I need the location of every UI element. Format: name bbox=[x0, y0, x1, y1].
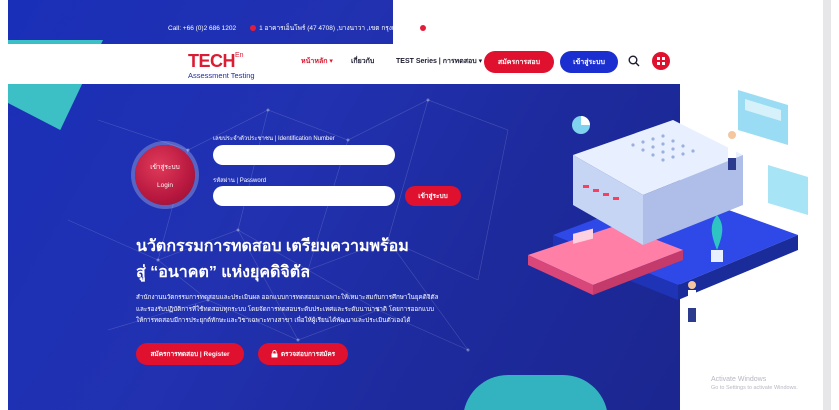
login-badge-english: Login bbox=[157, 181, 173, 189]
desc-line-1: สำนักงานนวัตกรรมการทดสอบและประเมินผล ออก… bbox=[136, 294, 439, 301]
logo-main-text: TECH bbox=[188, 51, 236, 71]
facebook-icon[interactable]: f bbox=[612, 22, 628, 38]
email-text: techedasse@gmail.com bbox=[429, 24, 499, 32]
pie-chart-icon bbox=[572, 116, 590, 134]
address-item: 1 อาคารเอ็นโพร์ (47 4708) ,บางนาวา ,เขต … bbox=[250, 23, 406, 33]
site-logo[interactable]: TECHEn Assessment Testing bbox=[188, 52, 255, 80]
watermark-line-2: Go to Settings to activate Windows. bbox=[711, 385, 798, 391]
hero-description: สำนักงานนวัตกรรมการทดสอบและประเมินผล ออก… bbox=[136, 292, 496, 327]
nav-home[interactable]: หน้าหลัก ▾ bbox=[301, 56, 333, 67]
check-registration-label: ตรวจสอบการสมัคร bbox=[280, 351, 336, 358]
floating-screen-top bbox=[738, 90, 788, 145]
password-input[interactable] bbox=[213, 186, 395, 206]
page-frame: Call: +66 (0)2 686 1202 1 อาคารเอ็นโพร์ … bbox=[8, 0, 831, 410]
address-text: 1 อาคารเอ็นโพร์ (47 4708) ,บางนาวา ,เขต … bbox=[259, 25, 407, 32]
desc-line-3: ให้การทดสอบมีการประยุกต์ทักษะและวิชาเฉพา… bbox=[136, 317, 411, 324]
phone-text: Call: +66 (0)2 686 1202 bbox=[168, 24, 237, 32]
login-badge: เข้าสู่ระบบ Login bbox=[135, 145, 195, 205]
id-label: เลขประจำตัวประชาชน | Identification Numb… bbox=[213, 136, 335, 142]
floating-screen-right bbox=[768, 165, 808, 215]
scrollbar[interactable] bbox=[823, 0, 831, 410]
activate-windows-watermark: Activate Windows Go to Settings to activ… bbox=[711, 375, 798, 393]
search-icon[interactable] bbox=[628, 55, 640, 67]
contact-bar: Call: +66 (0)2 686 1202 1 อาคารเอ็นโพร์ … bbox=[168, 20, 499, 36]
email-item[interactable]: techedasse@gmail.com bbox=[420, 24, 499, 32]
person-figure-1 bbox=[728, 131, 736, 170]
password-label: รหัสผ่าน | Password bbox=[213, 178, 267, 184]
check-registration-button[interactable]: ตรวจสอบการสมัคร bbox=[258, 343, 348, 365]
register-cta-button[interactable]: สมัครการทดสอบ | Register bbox=[136, 343, 244, 365]
isometric-server-illustration bbox=[528, 90, 808, 322]
nav-test-series[interactable]: TEST Series | การทดสอบ ▾ bbox=[396, 56, 482, 67]
login-badge-thai: เข้าสู่ระบบ bbox=[150, 163, 180, 171]
grid-menu-icon[interactable] bbox=[652, 52, 670, 70]
logo-sub-text: Assessment Testing bbox=[188, 71, 255, 80]
location-icon bbox=[250, 25, 257, 31]
register-nav-button[interactable]: สมัครการสอบ bbox=[484, 51, 554, 73]
main-navbar: TECHEn Assessment Testing หน้าหลัก ▾ เกี… bbox=[8, 44, 831, 84]
lock-icon bbox=[271, 350, 278, 358]
desc-line-2: และรองรับปฏิบัติการที่ใช้ทดสอบทุกระบบ โด… bbox=[136, 305, 435, 313]
phone-item[interactable]: Call: +66 (0)2 686 1202 bbox=[168, 25, 236, 32]
watermark-line-1: Activate Windows bbox=[711, 376, 767, 383]
person-figure-2 bbox=[688, 281, 696, 322]
id-number-input[interactable] bbox=[213, 145, 395, 165]
login-submit-button[interactable]: เข้าสู่ระบบ bbox=[405, 186, 461, 206]
hero-headline-2: สู่ “อนาคต” แห่งยุคดิจิตัล bbox=[136, 264, 310, 281]
logo-sup-text: En bbox=[235, 52, 244, 59]
login-nav-button[interactable]: เข้าสู่ระบบ bbox=[560, 51, 618, 73]
email-icon bbox=[420, 25, 427, 31]
nav-about[interactable]: เกี่ยวกับ bbox=[351, 56, 374, 67]
hero-headline-1: นวัตกรรมการทดสอบ เตรียมความพร้อม bbox=[136, 238, 409, 255]
